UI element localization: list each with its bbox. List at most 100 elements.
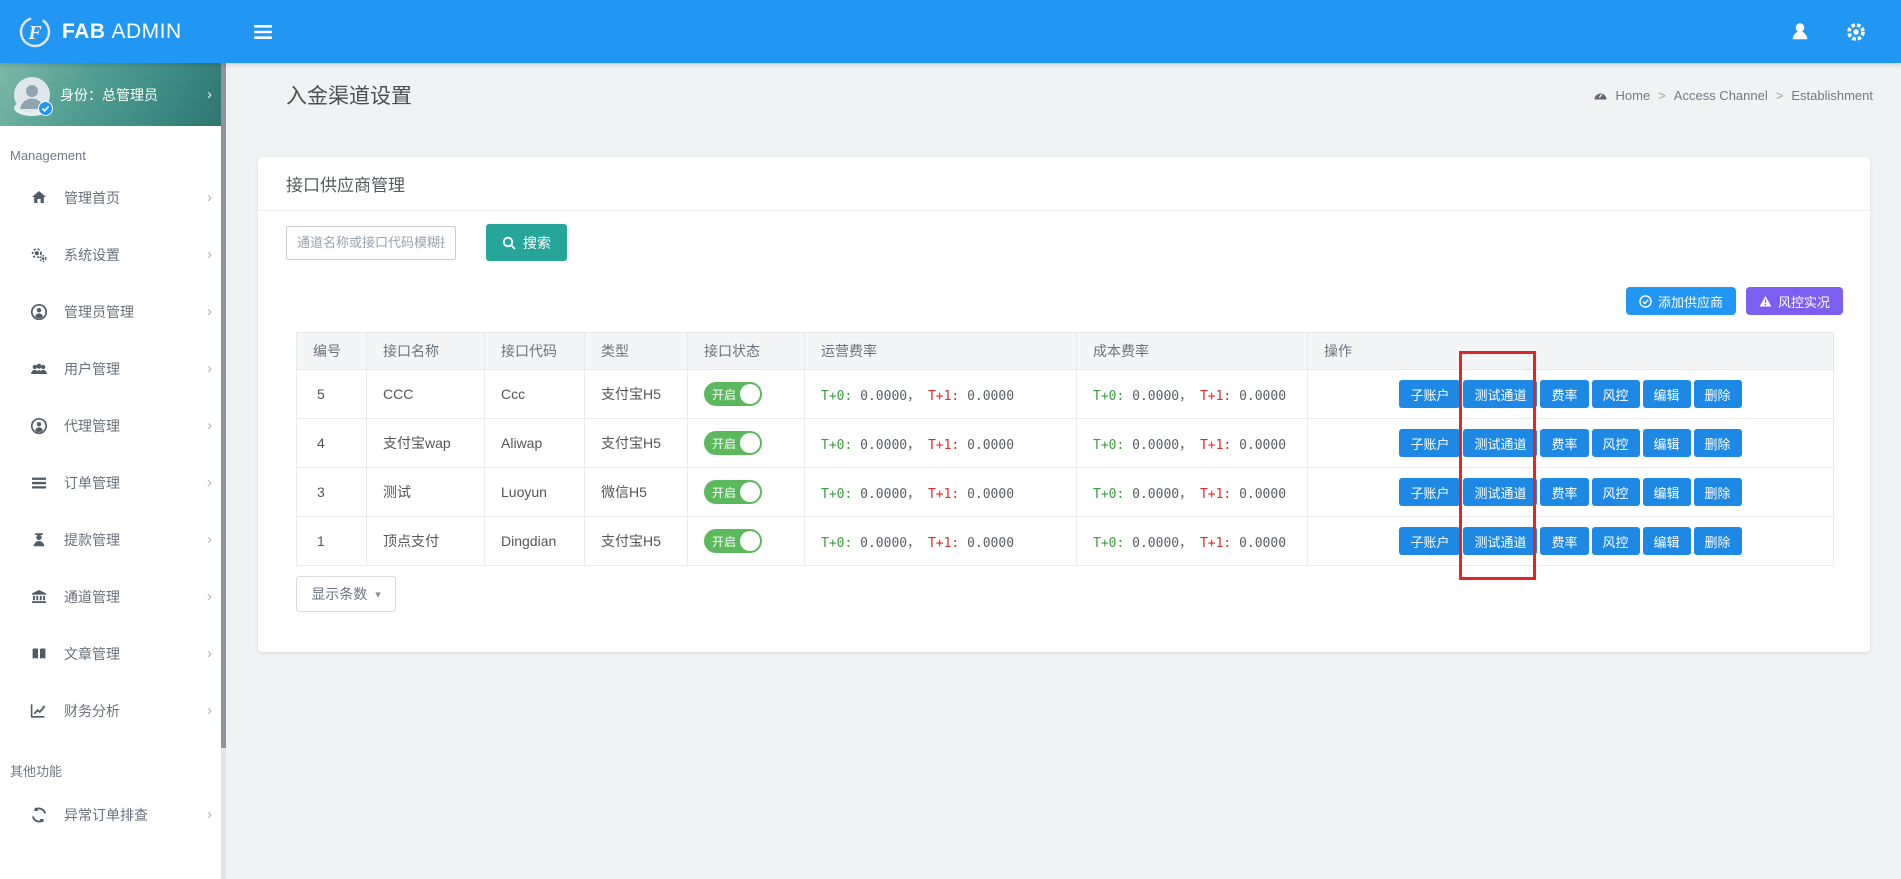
edit-action-button[interactable]: 编辑 xyxy=(1643,429,1691,457)
risk-action-button[interactable]: 风控 xyxy=(1592,478,1640,506)
chevron-right-icon: › xyxy=(207,417,212,434)
cell-name: 顶点支付 xyxy=(367,517,485,566)
delete-action-button[interactable]: 删除 xyxy=(1694,527,1742,555)
test-channel-action-button[interactable]: 测试通道 xyxy=(1463,380,1537,408)
chevron-right-icon: › xyxy=(207,588,212,605)
risk-action-button[interactable]: 风控 xyxy=(1592,380,1640,408)
sidebar-item-refresh[interactable]: 异常订单排查› xyxy=(0,786,226,843)
close-icon[interactable] xyxy=(1827,176,1842,191)
test-channel-action-button[interactable]: 测试通道 xyxy=(1463,527,1537,555)
sidebar-item-users[interactable]: 用户管理› xyxy=(0,340,226,397)
search-input[interactable] xyxy=(286,226,456,260)
cell-op-rate: T+0: 0.0000， T+1: 0.0000 xyxy=(805,370,1077,419)
subaccount-action-button[interactable]: 子账户 xyxy=(1399,429,1460,457)
breadcrumb-access-channel[interactable]: Access Channel xyxy=(1674,88,1768,103)
cell-actions: 子账户测试通道费率风控编辑删除 xyxy=(1308,370,1834,419)
brand-text: FABADMIN xyxy=(62,20,182,44)
status-toggle[interactable]: 开启 xyxy=(704,480,762,504)
status-toggle[interactable]: 开启 xyxy=(704,529,762,553)
sidebar-item-label: 提款管理 xyxy=(64,530,207,550)
toggle-knob xyxy=(740,384,760,404)
toggle-knob xyxy=(740,433,760,453)
panel-header: 接口供应商管理 xyxy=(258,157,1870,211)
delete-action-button[interactable]: 删除 xyxy=(1694,478,1742,506)
nav-section-label: 其他功能 xyxy=(0,739,226,786)
expand-icon[interactable] xyxy=(1761,176,1776,191)
cell-id: 5 xyxy=(297,370,367,419)
sidebar-item-orders[interactable]: 订单管理› xyxy=(0,454,226,511)
refresh-icon xyxy=(30,806,48,824)
warning-icon xyxy=(1759,295,1772,308)
chevron-right-icon: › xyxy=(207,806,212,823)
test-channel-action-button[interactable]: 测试通道 xyxy=(1463,429,1537,457)
hamburger-menu-icon[interactable] xyxy=(254,25,272,39)
toggle-knob xyxy=(740,531,760,551)
panel-title: 接口供应商管理 xyxy=(286,171,1761,196)
sidebar-item-finance[interactable]: 财务分析› xyxy=(0,682,226,739)
cell-cost-rate: T+0: 0.0000， T+1: 0.0000 xyxy=(1077,517,1308,566)
collapse-icon[interactable] xyxy=(1794,176,1809,191)
sidebar-item-admin[interactable]: 管理员管理› xyxy=(0,283,226,340)
rate-action-button[interactable]: 费率 xyxy=(1540,380,1588,408)
rate-action-button[interactable]: 费率 xyxy=(1540,429,1588,457)
subaccount-action-button[interactable]: 子账户 xyxy=(1399,380,1460,408)
col-header-name: 接口名称 xyxy=(367,333,485,370)
delete-action-button[interactable]: 删除 xyxy=(1694,380,1742,408)
edit-action-button[interactable]: 编辑 xyxy=(1643,380,1691,408)
search-row: 搜索 xyxy=(258,211,1870,261)
status-toggle[interactable]: 开启 xyxy=(704,431,762,455)
toggle-knob xyxy=(740,482,760,502)
test-channel-action-button[interactable]: 测试通道 xyxy=(1463,478,1537,506)
sidebar-item-withdraw[interactable]: 提款管理› xyxy=(0,511,226,568)
cell-op-rate: T+0: 0.0000， T+1: 0.0000 xyxy=(805,517,1077,566)
risk-action-button[interactable]: 风控 xyxy=(1592,527,1640,555)
sidebar-item-label: 异常订单排查 xyxy=(64,805,207,825)
delete-action-button[interactable]: 删除 xyxy=(1694,429,1742,457)
sidebar-item-agent[interactable]: 代理管理› xyxy=(0,397,226,454)
subaccount-action-button[interactable]: 子账户 xyxy=(1399,478,1460,506)
page-size-dropdown[interactable]: 显示条数 ▾ xyxy=(296,576,396,612)
gear-icon[interactable] xyxy=(1845,21,1867,43)
rate-action-button[interactable]: 费率 xyxy=(1540,527,1588,555)
user-icon[interactable] xyxy=(1789,21,1811,43)
add-supplier-button[interactable]: 添加供应商 xyxy=(1626,287,1736,315)
sidebar-item-label: 代理管理 xyxy=(64,416,207,436)
risk-action-button[interactable]: 风控 xyxy=(1592,429,1640,457)
brand-logo-icon: F xyxy=(18,15,52,49)
sidebar-profile[interactable]: 身份：总管理员 › xyxy=(0,63,226,126)
rate-action-button[interactable]: 费率 xyxy=(1540,478,1588,506)
cell-code: Luoyun xyxy=(485,468,585,517)
chevron-right-icon: › xyxy=(207,246,212,263)
cell-type: 支付宝H5 xyxy=(585,517,688,566)
cell-status: 开启 xyxy=(688,468,805,517)
edit-action-button[interactable]: 编辑 xyxy=(1643,478,1691,506)
cell-status: 开启 xyxy=(688,370,805,419)
breadcrumb-home[interactable]: Home xyxy=(1616,88,1651,103)
sidebar: 身份：总管理员 › Management管理首页›系统设置›管理员管理›用户管理… xyxy=(0,63,226,879)
table-row: 4支付宝wapAliwap支付宝H5开启T+0: 0.0000， T+1: 0.… xyxy=(297,419,1834,468)
search-button[interactable]: 搜索 xyxy=(486,224,567,261)
rate-value: T+0: 0.0000， T+1: 0.0000 xyxy=(1093,487,1286,502)
risk-live-button[interactable]: 风控实况 xyxy=(1746,287,1843,315)
rate-value: T+0: 0.0000， T+1: 0.0000 xyxy=(821,536,1014,551)
chevron-right-icon: › xyxy=(207,303,212,320)
chevron-right-icon: › xyxy=(207,474,212,491)
status-toggle[interactable]: 开启 xyxy=(704,382,762,406)
subaccount-action-button[interactable]: 子账户 xyxy=(1399,527,1460,555)
edit-action-button[interactable]: 编辑 xyxy=(1643,527,1691,555)
sidebar-scrollbar[interactable] xyxy=(221,63,226,879)
cell-name: 测试 xyxy=(367,468,485,517)
sidebar-item-label: 系统设置 xyxy=(64,245,207,265)
cell-op-rate: T+0: 0.0000， T+1: 0.0000 xyxy=(805,468,1077,517)
channel-icon xyxy=(30,588,48,606)
sidebar-item-channel[interactable]: 通道管理› xyxy=(0,568,226,625)
rate-value: T+0: 0.0000， T+1: 0.0000 xyxy=(1093,438,1286,453)
search-icon xyxy=(502,236,516,250)
sidebar-item-home[interactable]: 管理首页› xyxy=(0,169,226,226)
cell-code: Ccc xyxy=(485,370,585,419)
col-header-status: 接口状态 xyxy=(688,333,805,370)
sidebar-item-settings[interactable]: 系统设置› xyxy=(0,226,226,283)
cell-op-rate: T+0: 0.0000， T+1: 0.0000 xyxy=(805,419,1077,468)
chevron-right-icon: › xyxy=(207,645,212,662)
sidebar-item-article[interactable]: 文章管理› xyxy=(0,625,226,682)
